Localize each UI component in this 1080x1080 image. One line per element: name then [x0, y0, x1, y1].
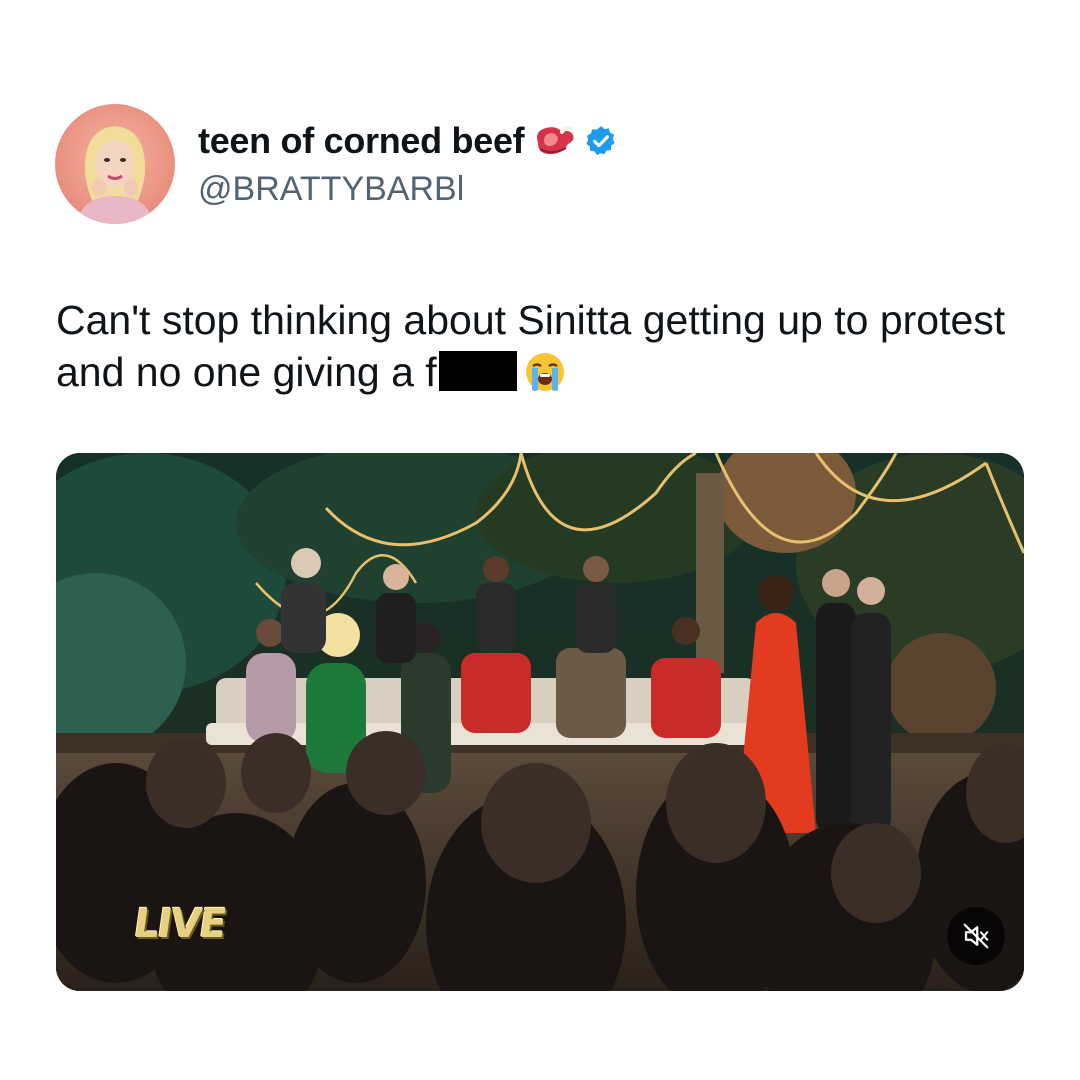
live-badge: LIVE — [130, 901, 228, 947]
author-name-row[interactable]: teen of corned beef — [198, 118, 618, 164]
verified-badge-icon — [584, 124, 618, 158]
speaker-muted-icon — [961, 921, 991, 951]
loudly-crying-face-icon — [523, 350, 567, 406]
mute-button[interactable] — [947, 907, 1005, 965]
display-name[interactable]: teen of corned beef — [198, 120, 525, 162]
author-handle[interactable]: @BRATTYBARBl — [198, 170, 464, 209]
avatar[interactable] — [55, 104, 175, 224]
redaction-bar — [438, 351, 517, 391]
tweet-text: Can't stop thinking about Sinitta gettin… — [56, 294, 1036, 406]
avatar-image — [55, 104, 175, 224]
video-media[interactable]: LIVE — [56, 453, 1024, 991]
steak-icon — [532, 123, 576, 159]
